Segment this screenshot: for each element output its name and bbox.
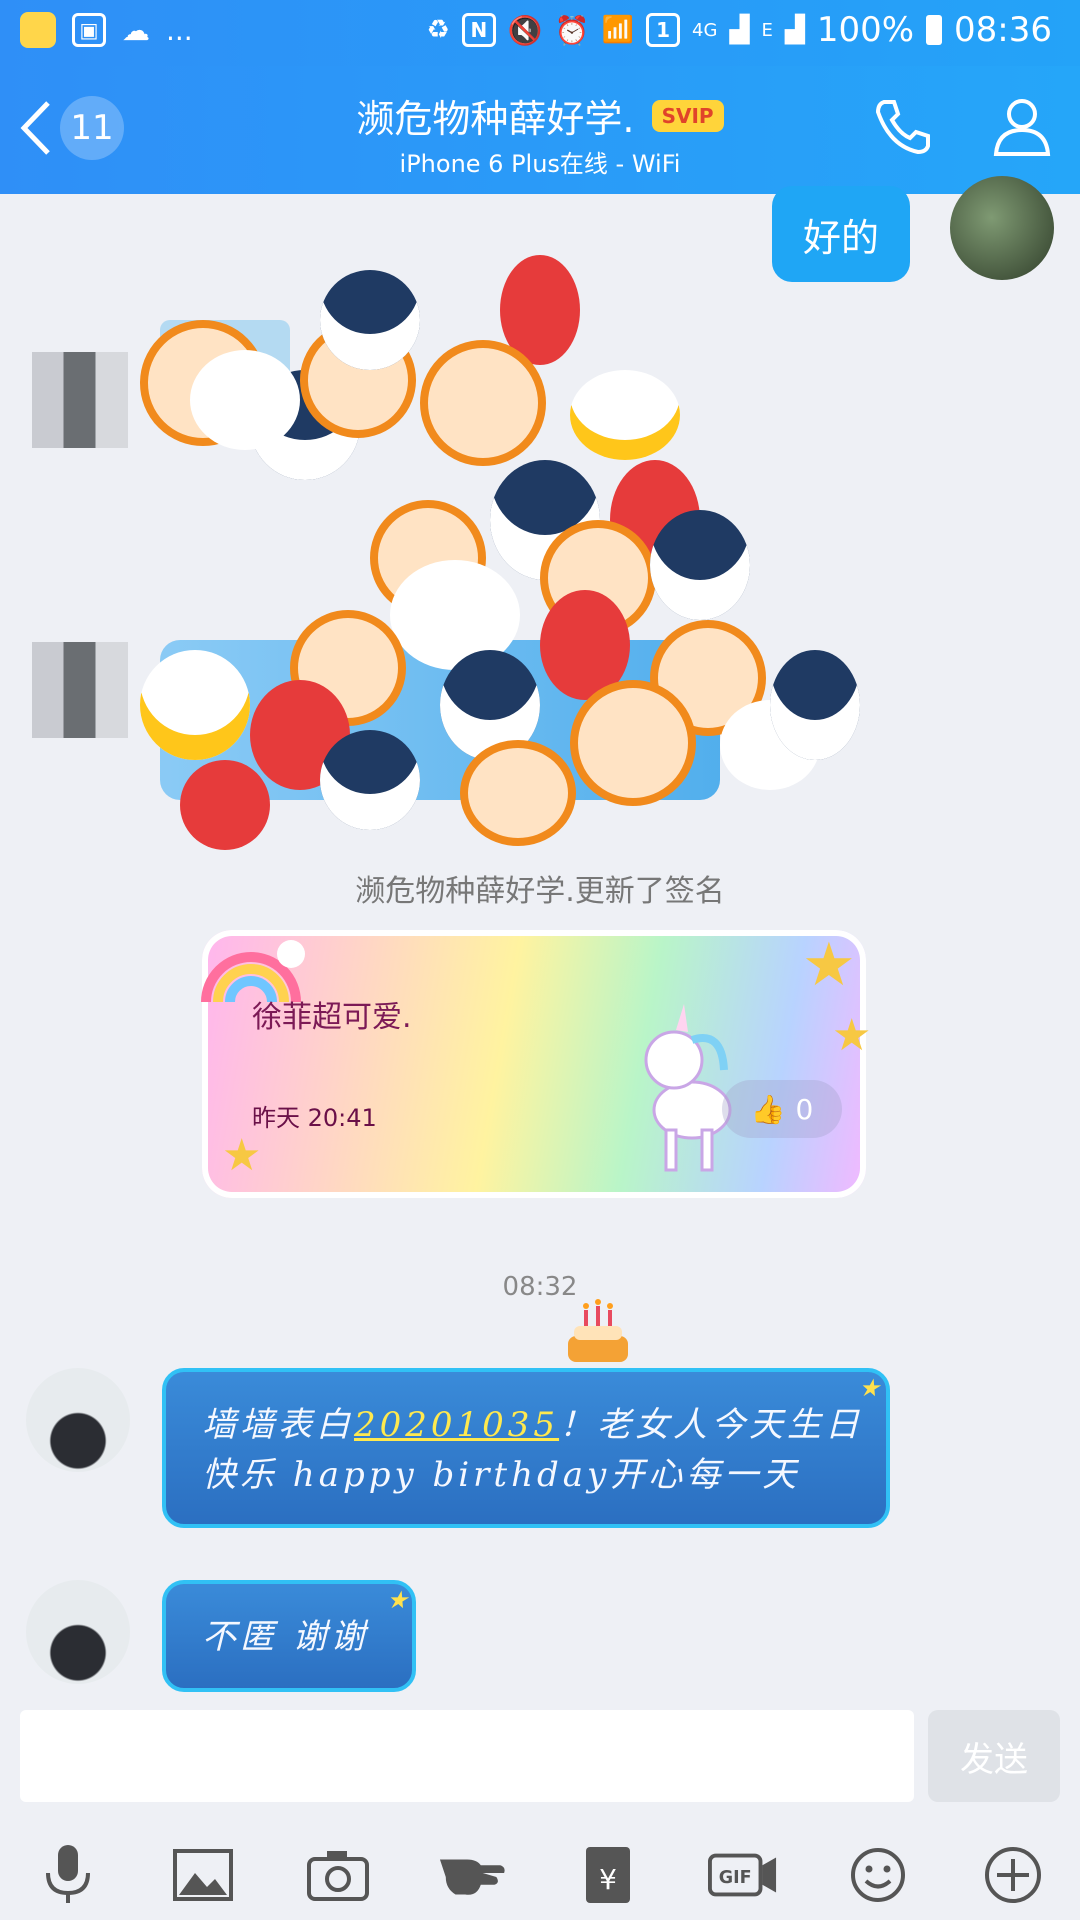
poke-hand-icon <box>439 1859 505 1895</box>
signature-update-notice: 濒危物种薛好学.更新了签名 <box>355 874 725 909</box>
penguin-sticker <box>770 650 860 760</box>
blurred-avatar[interactable] <box>32 642 128 738</box>
their-message-bubble[interactable]: ★ 墙墙表白20201035！老女人今天生日快乐 happy birthday开… <box>162 1368 890 1528</box>
sticker-burst <box>130 255 930 850</box>
signal-icon-2: ▟ <box>784 15 805 45</box>
weather-icon: ☁ <box>122 13 150 47</box>
recycle-icon: ♻ <box>426 15 450 45</box>
smile-icon <box>850 1848 905 1902</box>
network-4g-label: 4G <box>692 19 718 41</box>
nfc-icon: N <box>461 13 496 47</box>
chat-toolbar: ¥ GIF <box>0 1830 1080 1920</box>
camera-icon <box>306 1851 369 1901</box>
signature-time: 昨天 20:41 <box>252 1104 377 1132</box>
phone-call-icon[interactable] <box>870 94 934 162</box>
send-button[interactable]: 发送 <box>928 1710 1060 1802</box>
parrot-sticker <box>180 760 270 850</box>
blurred-avatar[interactable] <box>32 352 128 448</box>
boy-face-sticker <box>570 680 696 806</box>
image-icon <box>172 1849 233 1901</box>
penguin-sticker <box>320 730 420 830</box>
status-bar: ▣ ☁ ... ♻ N 🔇 ⏰ 📶 1 4G ▟ E ▟ 100% 08:36 <box>0 0 1080 66</box>
red-packet-button[interactable]: ¥ <box>573 1840 643 1910</box>
emoji-button[interactable] <box>843 1840 913 1910</box>
message-input[interactable] <box>20 1710 914 1802</box>
voice-button[interactable] <box>33 1840 103 1910</box>
thumbs-up-icon: 👍 <box>750 1092 786 1126</box>
gif-button[interactable]: GIF <box>707 1840 778 1910</box>
signature-card[interactable]: ★ ★ ★ 徐菲超可爱. 昨天 20:41 👍 0 <box>201 930 871 1198</box>
microphone-icon <box>45 1845 90 1903</box>
contact-avatar[interactable] <box>26 1368 130 1472</box>
profile-icon[interactable] <box>990 94 1054 162</box>
battery-icon <box>926 15 943 45</box>
penguin-sticker <box>320 270 420 370</box>
my-avatar[interactable] <box>950 176 1054 280</box>
star-icon: ★ <box>386 1586 408 1614</box>
boy-face-sticker <box>460 740 576 846</box>
status-more-dots: ... <box>166 13 193 47</box>
duck-sticker <box>140 650 250 760</box>
camera-button[interactable] <box>303 1840 373 1910</box>
star-icon: ★ <box>858 1374 880 1402</box>
like-button[interactable]: 👍 0 <box>722 1080 842 1138</box>
message-timestamp: 08:32 <box>502 1272 578 1302</box>
star-icon: ★ <box>222 1130 262 1181</box>
unicorn-illustration <box>644 1004 732 1172</box>
duck-sticker <box>570 370 680 460</box>
wifi-icon: 📶 <box>601 15 635 45</box>
their-message-bubble[interactable]: ★ 不匿 谢谢 <box>162 1580 416 1692</box>
qq-app-icon <box>20 12 56 48</box>
message-link[interactable]: 20201035 <box>354 1405 559 1445</box>
like-count: 0 <box>795 1092 814 1126</box>
sim-slot-indicator: 1 <box>646 13 681 47</box>
star-icon: ★ <box>802 930 856 1000</box>
star-icon: ★ <box>832 1010 872 1061</box>
message-text: 不匿 谢谢 <box>202 1617 369 1657</box>
svg-text:GIF: GIF <box>718 1868 751 1888</box>
battery-percent: 100% <box>816 10 915 50</box>
birthday-cake-icon <box>562 1296 634 1368</box>
plus-circle-icon <box>984 1847 1041 1903</box>
red-packet-icon: ¥ <box>585 1847 630 1903</box>
message-text: 墙墙表白 <box>202 1405 354 1445</box>
svip-badge: SVIP <box>651 99 724 132</box>
image-button[interactable] <box>168 1840 238 1910</box>
alarm-icon: ⏰ <box>554 13 590 47</box>
penguin-sticker <box>650 510 750 620</box>
boy-face-sticker <box>420 340 546 466</box>
clock: 08:36 <box>954 10 1052 50</box>
mute-icon: 🔇 <box>507 13 543 47</box>
svg-text:¥: ¥ <box>599 1863 617 1896</box>
signal-icon: ▟ <box>729 15 750 45</box>
gallery-icon: ▣ <box>72 13 106 47</box>
contact-name[interactable]: 濒危物种薛好学. <box>356 88 634 143</box>
poke-button[interactable] <box>438 1840 508 1910</box>
signature-text: 徐菲超可爱. <box>252 1000 412 1035</box>
gif-icon: GIF <box>707 1853 776 1897</box>
bear-sticker <box>190 350 300 450</box>
chat-header: 11 濒危物种薛好学. SVIP iPhone 6 Plus在线 - WiFi <box>0 66 1080 194</box>
more-button[interactable] <box>978 1840 1048 1910</box>
contact-avatar[interactable] <box>26 1580 130 1684</box>
network-e-label: E <box>761 19 773 41</box>
